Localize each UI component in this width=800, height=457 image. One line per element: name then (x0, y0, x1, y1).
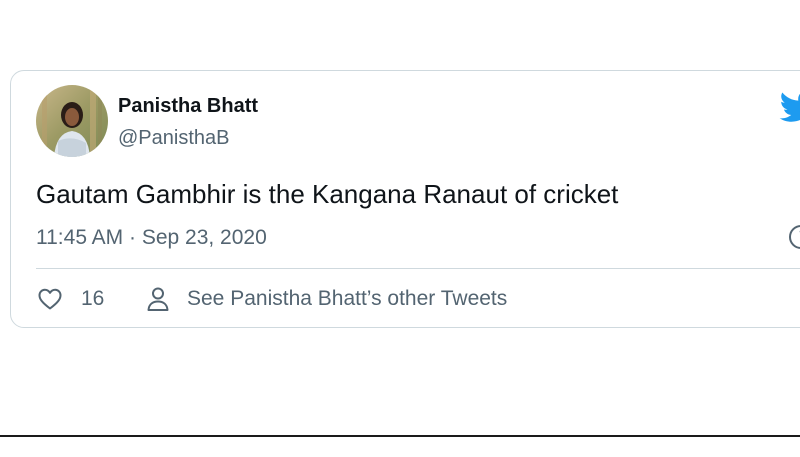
tweet-card[interactable]: Panistha Bhatt @PanisthaB Gautam Gambhir… (10, 70, 800, 328)
avatar-photo (36, 85, 108, 157)
tweet-embed-page: Panistha Bhatt @PanisthaB Gautam Gambhir… (0, 0, 800, 457)
tweet-timestamp[interactable]: 11:45 AM · Sep 23, 2020 (36, 226, 267, 250)
author-name[interactable]: Panistha Bhatt (118, 95, 258, 118)
info-icon[interactable] (787, 223, 800, 251)
other-tweets-link[interactable]: See Panistha Bhatt’s other Tweets (187, 287, 507, 311)
tweet-text: Gautam Gambhir is the Kangana Ranaut of … (36, 179, 619, 209)
author-handle[interactable]: @PanisthaB (118, 127, 229, 150)
author-avatar[interactable] (36, 85, 108, 157)
like-count[interactable]: 16 (81, 287, 104, 311)
twitter-bird-icon[interactable] (779, 91, 800, 123)
below-content-strip (0, 437, 800, 457)
tweet-divider (36, 268, 800, 269)
person-icon[interactable] (145, 285, 171, 313)
heart-icon[interactable] (36, 285, 64, 313)
